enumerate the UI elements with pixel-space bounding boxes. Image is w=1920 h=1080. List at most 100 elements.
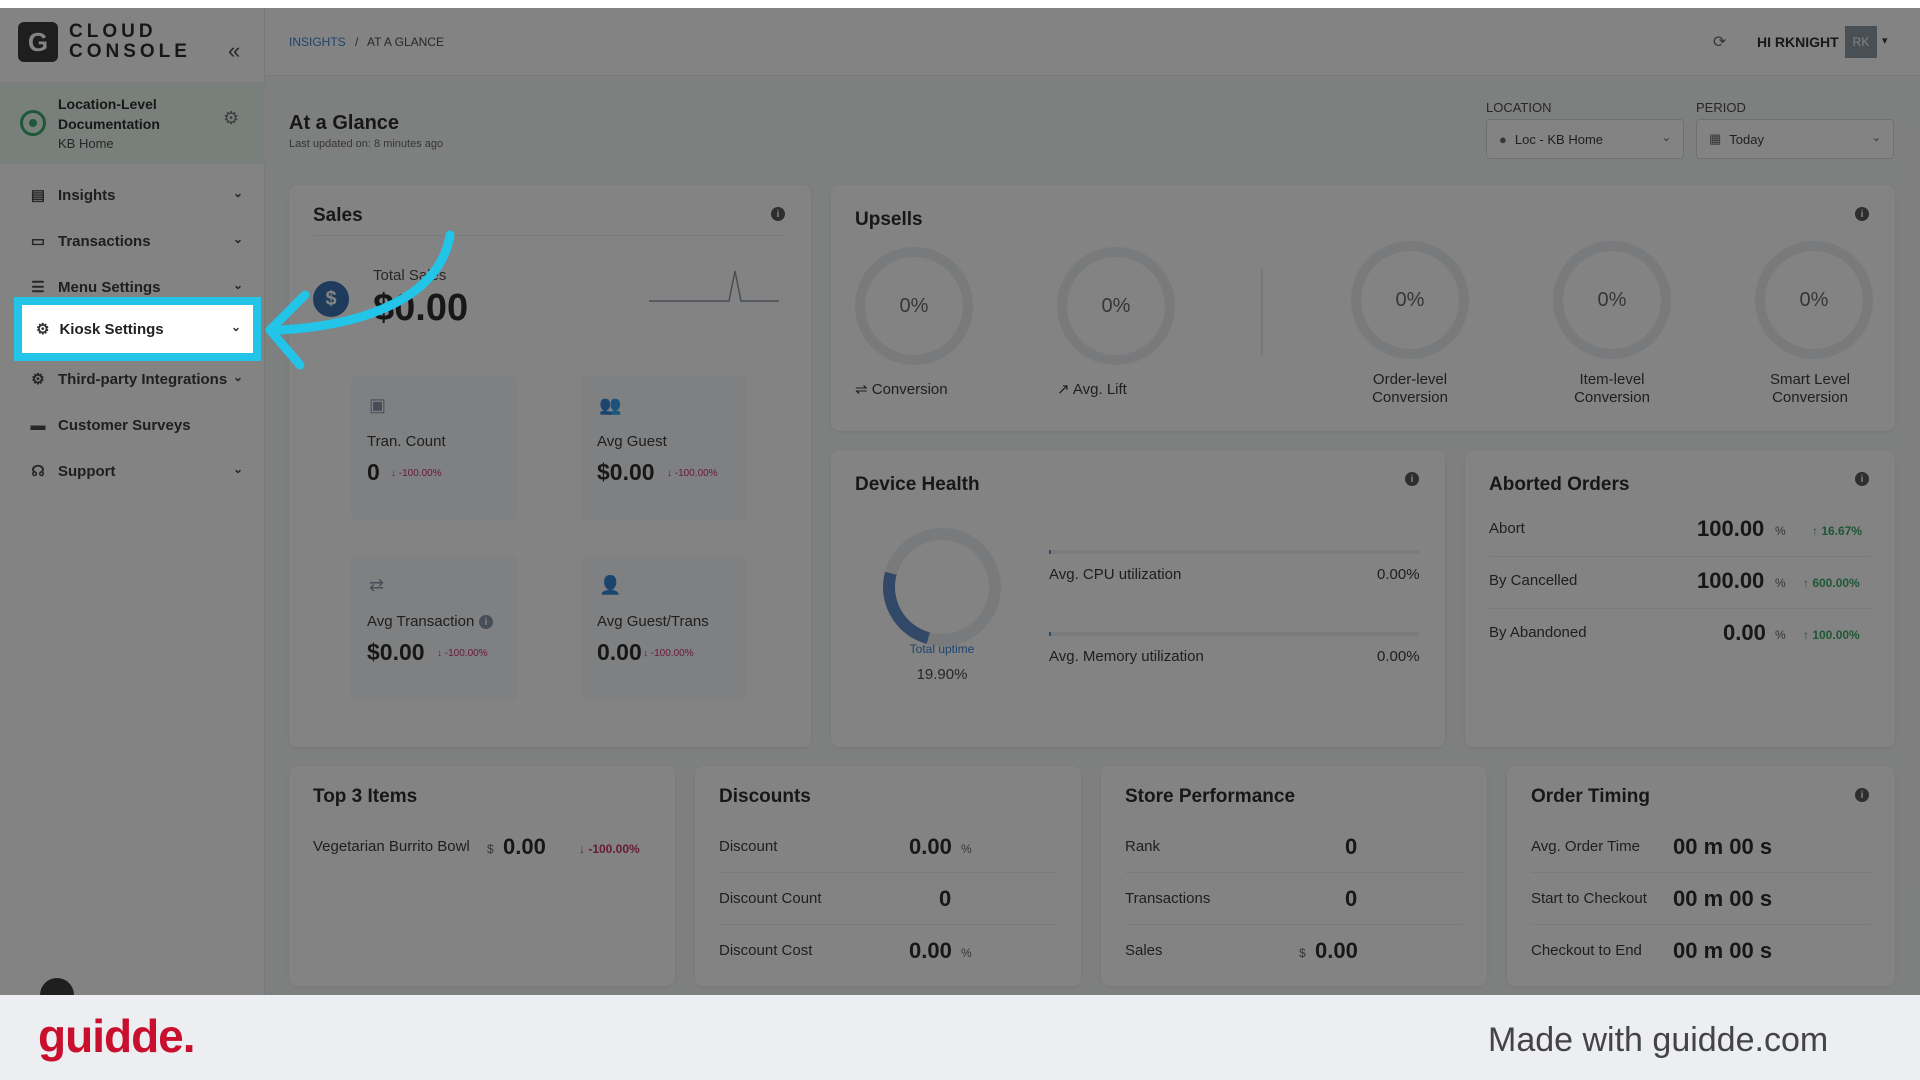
last-updated: Last updated on: 8 minutes ago xyxy=(289,138,444,150)
user-greeting[interactable]: HI RKNIGHT xyxy=(1757,34,1839,50)
app-window: G CLOUD CONSOLE « Location-Level Documen… xyxy=(0,8,1920,995)
info-icon[interactable]: i xyxy=(479,615,493,629)
discounts-card: Discounts Discount 0.00 % Discount Count… xyxy=(695,766,1081,986)
sidebar-item-label: Support xyxy=(58,462,116,480)
top-item-delta: ↓ -100.00% xyxy=(579,842,640,856)
divider xyxy=(719,872,1057,873)
upsell-value: 0% xyxy=(899,295,929,317)
metric-tran-count: ▣ Tran. Count 0 ↓ -100.00% xyxy=(351,375,517,521)
breadcrumb-separator: / xyxy=(355,35,359,49)
sidebar-item-customer-surveys[interactable]: ▬ Customer Surveys xyxy=(0,402,265,448)
period-dropdown-value: Today xyxy=(1729,131,1764,147)
discount-row-unit: % xyxy=(961,946,972,960)
chevron-down-icon: ⌄ xyxy=(1661,132,1671,144)
top-item-currency: $ xyxy=(487,842,494,856)
tutorial-arrow-icon xyxy=(265,230,455,370)
upsell-label-line-2: Conversion xyxy=(1772,389,1848,406)
chevron-down-icon: ⌄ xyxy=(1871,132,1881,144)
sidebar-item-label: Customer Surveys xyxy=(58,416,191,434)
chevron-down-icon: ⌄ xyxy=(232,232,243,246)
info-icon[interactable]: i xyxy=(1405,472,1419,486)
breadcrumb-current: AT A GLANCE xyxy=(367,35,444,49)
device-health-card: Device Health i Total uptime 19.90% Avg.… xyxy=(831,450,1445,747)
divider xyxy=(1531,872,1871,873)
collapse-sidebar-icon[interactable]: « xyxy=(228,38,240,64)
logo-text: CLOUD CONSOLE xyxy=(69,22,191,62)
sidebar-item-kiosk-settings[interactable]: ⚙ Kiosk Settings ⌄ xyxy=(22,305,253,353)
logo-mark-icon: G xyxy=(18,22,58,62)
cpu-bar xyxy=(1049,550,1419,554)
discount-row-unit: % xyxy=(961,842,972,856)
metric-delta: ↓ -100.00% xyxy=(391,468,442,479)
aborted-row-delta: ↑ 16.67% xyxy=(1812,524,1863,538)
receipt-icon: ▭ xyxy=(30,233,46,250)
upsell-label-text: Conversion xyxy=(871,381,948,398)
store-row-label: Rank xyxy=(1125,838,1161,855)
swap-icon: ⇄ xyxy=(369,575,385,595)
store-row-value: 0.00 xyxy=(1315,938,1358,963)
discount-row-label: Discount xyxy=(719,838,778,855)
aborted-row-label: Abort xyxy=(1489,520,1525,537)
info-icon[interactable]: i xyxy=(1855,207,1869,221)
cpu-bar-fill xyxy=(1049,550,1051,554)
refresh-icon[interactable]: ⟳ xyxy=(1713,32,1726,52)
card-title: Sales xyxy=(313,205,363,226)
caret-down-icon[interactable]: ▾ xyxy=(1882,34,1888,47)
timing-row-value: 00 m 00 s xyxy=(1673,938,1773,963)
info-icon[interactable]: i xyxy=(1855,472,1869,486)
metric-label: Tran. Count xyxy=(367,433,446,450)
sidebar-item-label: Transactions xyxy=(58,232,151,250)
metric-label: Avg Transaction xyxy=(367,613,475,630)
store-row-value: 0 xyxy=(1345,834,1358,859)
top-items-card: Top 3 Items Vegetarian Burrito Bowl $ 0.… xyxy=(289,766,675,986)
briefcase-icon: ▬ xyxy=(30,416,46,434)
sparkline-icon xyxy=(649,270,779,302)
period-filter-label: PERIOD xyxy=(1696,100,1746,115)
timing-row-label: Checkout to End xyxy=(1531,942,1642,959)
chevron-down-icon: ⌄ xyxy=(232,278,243,292)
location-dropdown[interactable]: ● Loc - KB Home ⌄ xyxy=(1486,119,1684,159)
sidebar-item-label: Third-party Integrations xyxy=(58,370,228,388)
upsell-label: Smart Level Conversion xyxy=(1735,371,1885,407)
guests-icon: 👥 xyxy=(599,395,622,415)
logo-line-1: CLOUD xyxy=(69,21,157,42)
info-icon[interactable]: i xyxy=(1855,788,1869,802)
guidde-logo: guidde. xyxy=(38,1010,196,1062)
upsell-value: 0% xyxy=(1597,289,1627,311)
period-dropdown[interactable]: ▦ Today ⌄ xyxy=(1696,119,1894,159)
aborted-row-unit: % xyxy=(1775,576,1786,590)
sidebar-item-transactions[interactable]: ▭ Transactions ⌄ xyxy=(0,218,265,264)
card-title: Upsells xyxy=(855,209,923,230)
location-selector[interactable]: Location-Level Documentation KB Home ⚙ xyxy=(0,82,265,164)
memory-bar xyxy=(1049,632,1419,636)
divider xyxy=(1125,924,1463,925)
sidebar-item-insights[interactable]: ▤ Insights ⌄ xyxy=(0,172,265,218)
gear-icon[interactable]: ⚙ xyxy=(223,108,239,129)
upsell-label-line-1: Order-level xyxy=(1372,371,1448,388)
order-timing-card: Order Timing i Avg. Order Time 00 m 00 s… xyxy=(1507,766,1895,986)
app-logo[interactable]: G CLOUD CONSOLE xyxy=(18,22,258,72)
breadcrumb-insights-link[interactable]: INSIGHTS xyxy=(289,35,346,49)
integration-icon: ⚙ xyxy=(31,371,45,388)
guest-list-icon: 👤 xyxy=(599,575,622,595)
upsell-label: ↗ Avg. Lift xyxy=(1057,381,1127,398)
metric-delta: ↓ -100.00% xyxy=(667,468,718,479)
metric-delta: ↓ -100.00% xyxy=(643,648,694,659)
help-widget-icon[interactable] xyxy=(40,978,74,995)
sidebar-item-label: Insights xyxy=(58,186,116,204)
location-title: Location-Level Documentation xyxy=(58,96,160,132)
guidde-footer: guidde. Made with guidde.com xyxy=(0,995,1920,1080)
calendar-icon: ▦ xyxy=(1709,131,1722,146)
discount-row-label: Discount Cost xyxy=(719,942,813,959)
avatar[interactable]: RK xyxy=(1845,26,1877,58)
store-row-label: Sales xyxy=(1125,942,1163,959)
sidebar-item-label: Menu Settings xyxy=(58,278,161,296)
divider xyxy=(1125,872,1463,873)
map-pin-icon: ● xyxy=(1499,131,1507,147)
info-icon[interactable]: i xyxy=(771,207,785,221)
uptime-value: 19.90% xyxy=(916,666,968,683)
upsells-card: Upsells i 0% ⇌ Conversion 0% ↗ Avg. Lift… xyxy=(831,185,1895,431)
sidebar-item-third-party-integrations[interactable]: ⚙ Third-party Integrations ⌄ xyxy=(0,356,265,402)
location-filter-label: LOCATION xyxy=(1486,100,1552,115)
sidebar-item-support[interactable]: ☊ Support ⌄ xyxy=(0,448,265,494)
